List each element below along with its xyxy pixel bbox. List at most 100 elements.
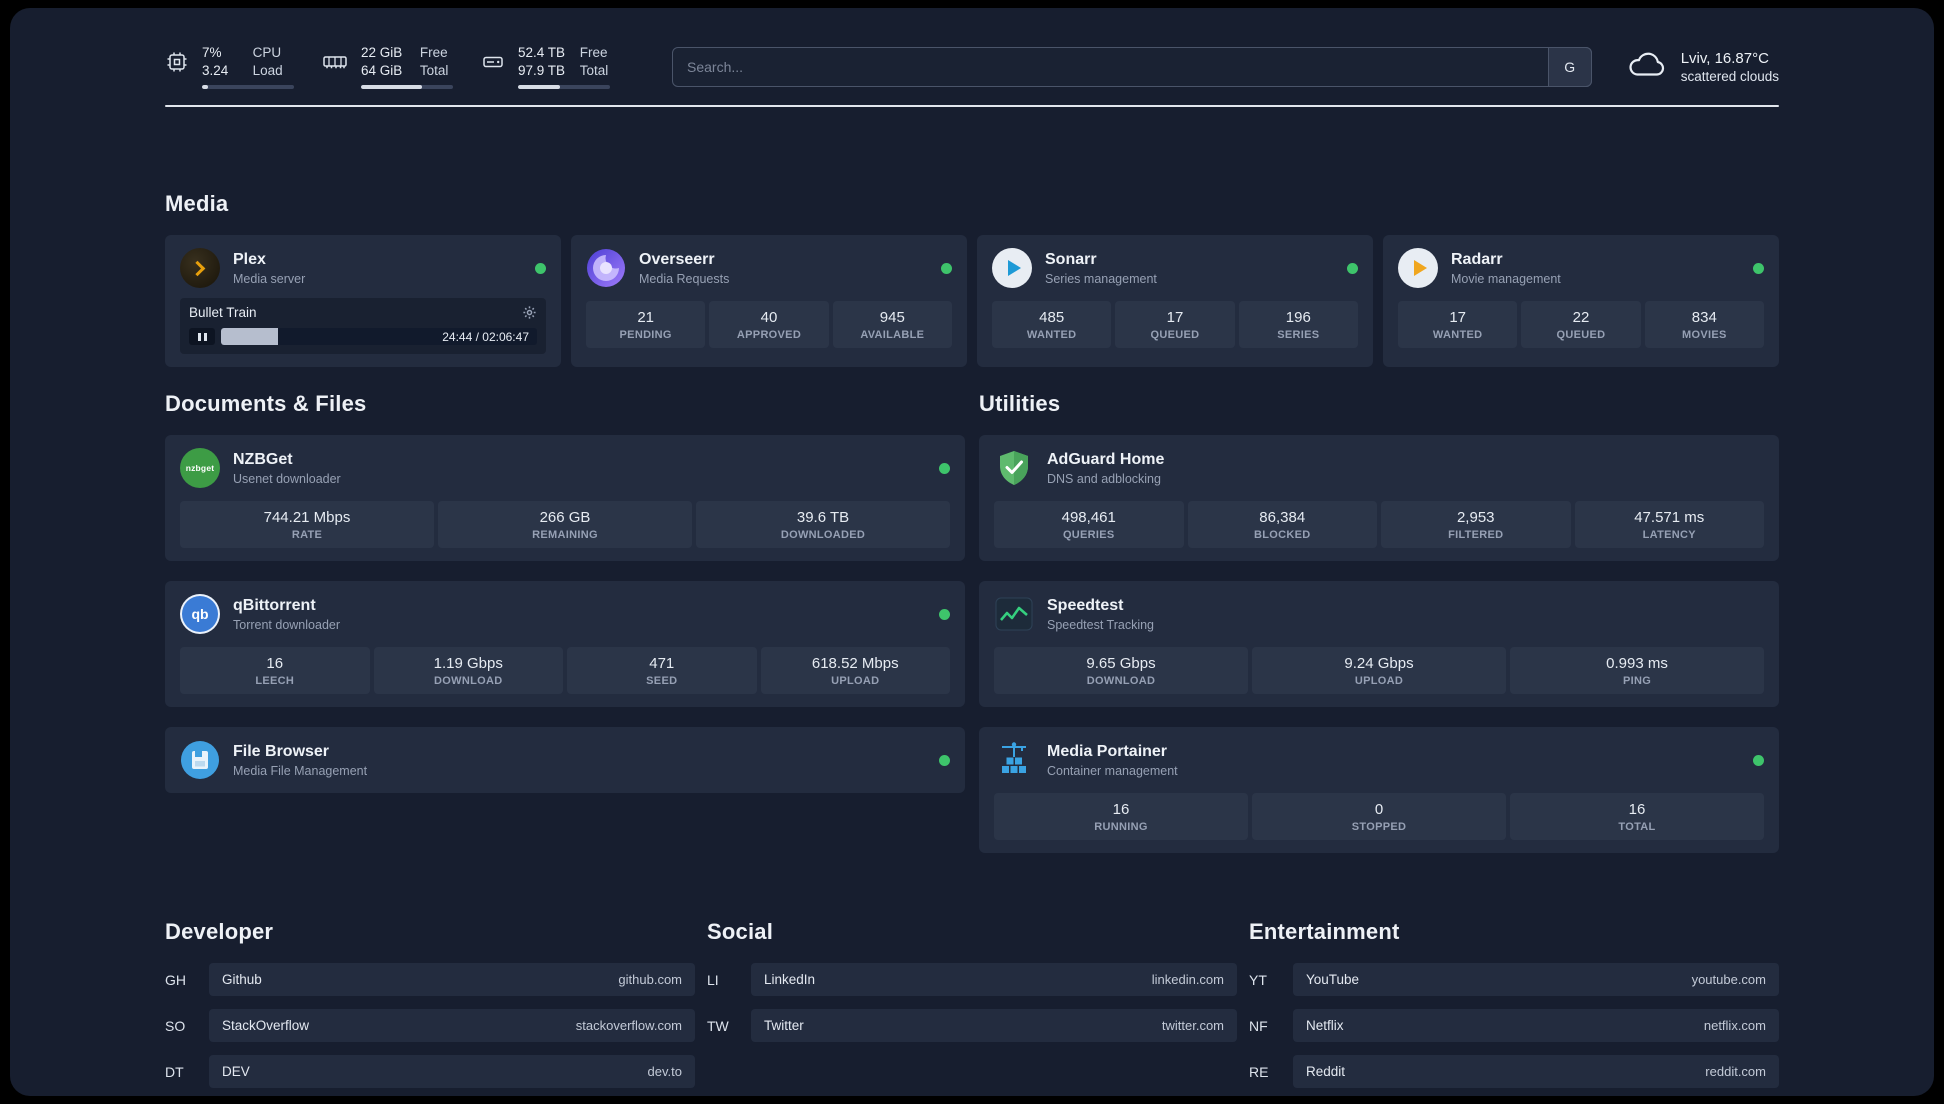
bookmark-url: stackoverflow.com — [575, 1018, 682, 1033]
bookmark-link-github[interactable]: Github github.com — [209, 963, 695, 996]
stat-label: SERIES — [1277, 329, 1320, 341]
cpu-label-top: CPU — [252, 45, 282, 60]
bookmark-github: GH Github github.com — [165, 963, 695, 996]
weather-location: Lviv, 16.87°C — [1680, 49, 1769, 67]
bookmark-url: github.com — [618, 972, 682, 987]
bookmark-reddit: RE Reddit reddit.com — [1249, 1055, 1779, 1088]
stat-tile: 498,461 QUERIES — [994, 501, 1184, 548]
bookmark-link-linkedin[interactable]: LinkedIn linkedin.com — [751, 963, 1237, 996]
app-card-portainer[interactable]: Media Portainer Container management 16 … — [979, 727, 1779, 853]
stat-value: 17 — [1166, 309, 1184, 326]
bookmark-abbr: DT — [165, 1063, 184, 1080]
ram-usage-bar — [361, 85, 453, 89]
gear-icon[interactable] — [522, 305, 537, 320]
bookmark-link-twitter[interactable]: Twitter twitter.com — [751, 1009, 1237, 1042]
bookmarks-grid: Developer GH Github github.com SO StackO… — [165, 919, 1779, 1088]
app-subtitle: Series management — [1045, 271, 1157, 286]
app-card-qbittorrent[interactable]: qb qBittorrent Torrent downloader 16 LEE… — [165, 581, 965, 707]
status-online-dot — [1753, 754, 1764, 766]
stat-label: UPLOAD — [831, 675, 880, 687]
stat-tile: 485 WANTED — [992, 301, 1112, 348]
app-card-speedtest[interactable]: Speedtest Speedtest Tracking 9.65 Gbps D… — [979, 581, 1779, 707]
bookmark-abbr: GH — [165, 971, 186, 988]
app-card-overseerr[interactable]: Overseerr Media Requests 21 PENDING 40 A… — [571, 235, 967, 367]
bookmark-dev: DT DEV dev.to — [165, 1055, 695, 1088]
stat-value: 471 — [649, 655, 675, 672]
section-title-media: Media — [165, 191, 229, 216]
bookmark-name: Netflix — [1306, 1018, 1344, 1033]
bookmark-abbr: TW — [707, 1017, 729, 1034]
bookmark-name: Github — [222, 972, 262, 987]
bookmark-link-stackoverflow[interactable]: StackOverflow stackoverflow.com — [209, 1009, 695, 1042]
middle-columns: Documents & Files nzbget NZBGet Usenet d… — [165, 391, 1779, 853]
stat-label: DOWNLOAD — [434, 675, 503, 687]
app-card-nzbget[interactable]: nzbget NZBGet Usenet downloader 744.21 M… — [165, 435, 965, 561]
stat-label: STOPPED — [1351, 821, 1407, 833]
status-online-dot — [939, 462, 950, 474]
app-card-radarr[interactable]: Radarr Movie management 17 WANTED 22 QUE… — [1383, 235, 1779, 367]
stat-tile: 0 STOPPED — [1252, 793, 1506, 840]
stat-label: PENDING — [619, 329, 672, 341]
stat-label: DOWNLOAD — [1086, 675, 1156, 687]
ram-free-label: Free — [419, 45, 448, 60]
stat-label: APPROVED — [736, 329, 802, 341]
stat-label: FILTERED — [1448, 529, 1504, 541]
stat-label: UPLOAD — [1354, 675, 1404, 687]
stat-tile: 9.24 Gbps UPLOAD — [1252, 647, 1506, 694]
search-engine-button[interactable]: G — [1547, 46, 1592, 87]
bookmark-link-netflix[interactable]: Netflix netflix.com — [1293, 1009, 1779, 1042]
disk-free-label: Free — [579, 45, 608, 60]
stat-value: 16 — [266, 655, 284, 672]
stat-label: WANTED — [1432, 329, 1483, 341]
section-title-developer: Developer — [165, 919, 274, 944]
playback-progress-fill — [221, 328, 278, 345]
stat-tile: 9.65 Gbps DOWNLOAD — [994, 647, 1248, 694]
disk-total-label: Total — [579, 63, 609, 78]
bookmark-link-reddit[interactable]: Reddit reddit.com — [1293, 1055, 1779, 1088]
stat-label: RATE — [291, 529, 323, 541]
disk-free-value: 52.4 TB — [518, 45, 566, 60]
app-name: Overseerr — [639, 250, 715, 268]
stat-label: MOVIES — [1682, 329, 1727, 341]
search-input[interactable] — [672, 46, 1592, 87]
section-utilities: Utilities AdGuard Home DNS and adblockin… — [979, 391, 1779, 853]
stat-value: 17 — [1449, 309, 1466, 326]
bookmark-abbr: NF — [1249, 1017, 1268, 1034]
stat-tile: 744.21 Mbps RATE — [180, 501, 434, 548]
bookmark-section-developer: Developer GH Github github.com SO StackO… — [165, 919, 695, 1088]
weather-condition: scattered clouds — [1680, 68, 1779, 84]
pause-button[interactable] — [189, 328, 215, 345]
section-title-entertainment: Entertainment — [1249, 919, 1400, 944]
radarr-icon — [1398, 248, 1438, 288]
bookmark-link-youtube[interactable]: YouTube youtube.com — [1293, 963, 1779, 996]
bookmark-url: reddit.com — [1705, 1064, 1766, 1079]
status-online-dot — [535, 262, 546, 274]
stat-value: 618.52 Mbps — [811, 655, 899, 672]
app-card-filebrowser[interactable]: File Browser Media File Management — [165, 727, 965, 793]
bookmark-linkedin: LI LinkedIn linkedin.com — [707, 963, 1237, 996]
portainer-icon — [994, 740, 1034, 780]
playback-progress-bar[interactable]: 24:44 / 02:06:47 — [221, 328, 537, 345]
stat-value: 498,461 — [1061, 509, 1116, 526]
playback-time: 24:44 / 02:06:47 — [442, 329, 529, 344]
app-card-sonarr[interactable]: Sonarr Series management 485 WANTED 17 Q… — [977, 235, 1373, 367]
app-card-adguard[interactable]: AdGuard Home DNS and adblocking 498,461 … — [979, 435, 1779, 561]
bookmark-section-social: Social LI LinkedIn linkedin.com TW Twitt… — [707, 919, 1237, 1088]
now-playing-box: Bullet Train 24:44 / 02:06:47 — [180, 298, 546, 354]
bookmark-youtube: YT YouTube youtube.com — [1249, 963, 1779, 996]
app-name: Media Portainer — [1047, 742, 1168, 760]
ram-total-label: Total — [419, 63, 449, 78]
bookmark-link-dev[interactable]: DEV dev.to — [209, 1055, 695, 1088]
stat-value: 744.21 Mbps — [263, 509, 351, 526]
app-name: AdGuard Home — [1047, 450, 1165, 468]
status-online-dot — [941, 262, 952, 274]
app-subtitle: Torrent downloader — [233, 617, 341, 632]
app-name: Sonarr — [1045, 250, 1097, 268]
stat-value: 21 — [637, 309, 654, 326]
app-card-plex[interactable]: Plex Media server Bullet Train 24:44 / 0… — [165, 235, 561, 367]
plex-icon — [180, 248, 220, 288]
app-subtitle: Speedtest Tracking — [1047, 617, 1155, 632]
media-grid: Plex Media server Bullet Train 24:44 / 0… — [165, 235, 1779, 367]
bookmark-name: Twitter — [764, 1018, 804, 1033]
bookmark-name: StackOverflow — [222, 1018, 310, 1033]
